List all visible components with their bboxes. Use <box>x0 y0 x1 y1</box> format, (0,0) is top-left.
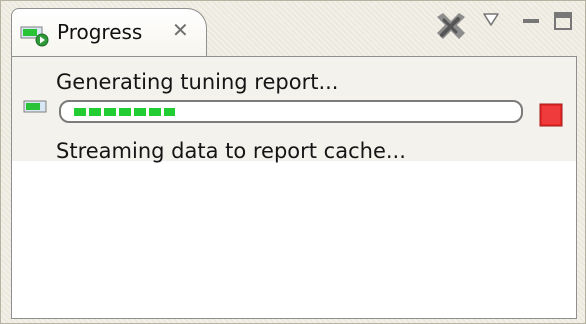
chevron-down-icon[interactable] <box>483 13 499 27</box>
progress-tab[interactable]: Progress ✕ <box>11 8 207 56</box>
minimize-icon[interactable] <box>523 19 539 23</box>
tab-title: Progress <box>57 20 143 44</box>
progress-bar-fill <box>74 108 175 116</box>
progress-view-icon <box>20 26 49 47</box>
progress-view-window: Progress ✕ Generating tuning report... S… <box>0 0 586 324</box>
progress-job-row: Generating tuning report... Streaming da… <box>12 57 576 163</box>
maximize-icon[interactable] <box>554 12 572 30</box>
job-status: Streaming data to report cache... <box>56 139 406 163</box>
view-toolbar <box>432 12 577 50</box>
progress-list: Generating tuning report... Streaming da… <box>11 56 577 319</box>
job-title: Generating tuning report... <box>56 70 339 94</box>
progress-bar <box>59 100 523 123</box>
cancel-job-button[interactable] <box>539 103 563 127</box>
close-icon[interactable]: ✕ <box>172 20 189 40</box>
job-icon <box>23 100 47 113</box>
stop-all-icon[interactable] <box>432 12 469 48</box>
